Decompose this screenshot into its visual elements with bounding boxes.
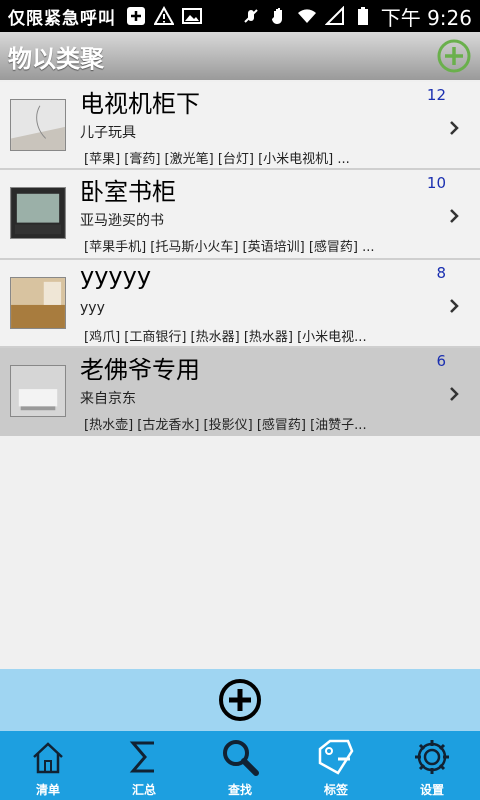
bottom-nav: 清单 汇总 查找 标签 设置 (0, 731, 480, 800)
item-tags: [热水壶] [古龙香水] [投影仪] [感冒药] [油赞子... (84, 418, 367, 433)
item-count: 12 (426, 86, 446, 104)
status-bar: 仅限紧急呼叫 下午 9:26 (0, 0, 480, 32)
chevron-right-icon (450, 299, 459, 313)
item-subtitle: yyy (80, 300, 105, 316)
emergency-calls-only-text: 仅限紧急呼叫 (8, 8, 116, 29)
item-tags: [苹果手机] [托马斯小火车] [英语培训] [感冒药] ... (84, 240, 375, 255)
item-subtitle: 来自京东 (80, 391, 136, 407)
page-title: 物以类聚 (8, 44, 104, 73)
item-subtitle: 亚马逊买的书 (80, 213, 164, 229)
item-tags: [苹果] [膏药] [激光笔] [台灯] [小米电视机] ... (84, 152, 350, 167)
home-icon (33, 742, 63, 774)
list-item[interactable]: 电视机柜下 儿子玩具 [苹果] [膏药] [激光笔] [台灯] [小米电视机] … (0, 82, 480, 170)
chevron-right-icon (450, 121, 459, 135)
tab-summary[interactable]: 汇总 (96, 731, 192, 800)
tab-search[interactable]: 查找 (192, 731, 288, 800)
image-icon (182, 8, 202, 24)
plus-box-icon (127, 7, 145, 25)
list-item[interactable]: yyyyy yyy [鸡爪] [工商银行] [热水器] [热水器] [小米电视.… (0, 260, 480, 348)
tab-label: 标签 (323, 783, 348, 797)
item-thumbnail (10, 99, 66, 151)
item-name: 卧室书柜 (80, 178, 176, 206)
item-thumbnail (10, 365, 66, 417)
add-bar (0, 669, 480, 731)
add-circle-icon[interactable] (436, 38, 472, 74)
item-name: 电视机柜下 (80, 90, 200, 118)
category-list: 电视机柜下 儿子玩具 [苹果] [膏药] [激光笔] [台灯] [小米电视机] … (0, 82, 480, 436)
tab-label: 查找 (227, 783, 252, 797)
item-count: 8 (436, 264, 446, 282)
item-name: 老佛爷专用 (80, 356, 200, 384)
clock: 下午 9:26 (380, 5, 472, 30)
gear-icon (415, 740, 449, 774)
add-item-button[interactable] (218, 678, 262, 722)
action-bar: 物以类聚 (0, 32, 480, 80)
sigma-icon (129, 741, 154, 773)
hand-icon (271, 8, 282, 24)
warning-icon (154, 6, 174, 25)
chevron-right-icon (450, 387, 459, 401)
tab-label: 汇总 (131, 783, 156, 797)
search-icon (223, 740, 259, 776)
tab-list[interactable]: 清单 (0, 731, 96, 800)
list-item[interactable]: 老佛爷专用 来自京东 [热水壶] [古龙香水] [投影仪] [感冒药] [油赞子… (0, 348, 480, 436)
system-icons: 下午 9:26 (241, 2, 472, 31)
item-subtitle: 儿子玩具 (80, 125, 136, 141)
wifi-icon (297, 9, 316, 23)
tab-settings[interactable]: 设置 (384, 731, 480, 800)
list-item[interactable]: 卧室书柜 亚马逊买的书 [苹果手机] [托马斯小火车] [英语培训] [感冒药]… (0, 170, 480, 260)
tab-tags[interactable]: 标签 (288, 731, 384, 800)
tab-label: 清单 (35, 783, 60, 797)
notification-icons (126, 6, 202, 26)
item-thumbnail (10, 187, 66, 239)
item-count: 6 (436, 352, 446, 370)
chevron-right-icon (450, 209, 459, 223)
tag-icon (318, 739, 354, 775)
signal-icon (324, 6, 344, 25)
item-tags: [鸡爪] [工商银行] [热水器] [热水器] [小米电视... (84, 330, 367, 345)
item-count: 10 (426, 174, 446, 192)
item-thumbnail (10, 277, 66, 329)
tab-label: 设置 (419, 783, 444, 797)
battery-icon (357, 7, 368, 25)
mute-icon (244, 9, 258, 23)
item-name: yyyyy (80, 262, 152, 290)
